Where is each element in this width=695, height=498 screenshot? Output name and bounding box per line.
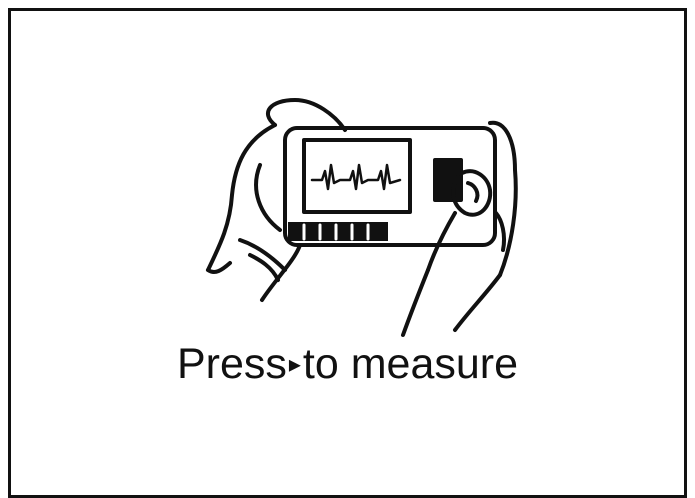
left-hand-icon <box>266 98 347 132</box>
play-arrow-icon: ▸ <box>288 351 301 378</box>
prompt-press-text: Press <box>176 340 287 388</box>
prompt-measure-text: to measure <box>302 340 519 388</box>
measure-prompt: Press▸to measure <box>0 338 695 391</box>
handheld-ecg-device-in-hands-icon <box>206 98 518 337</box>
ecg-trace-icon <box>310 163 402 191</box>
device-screen: Press▸to measure <box>0 0 695 498</box>
